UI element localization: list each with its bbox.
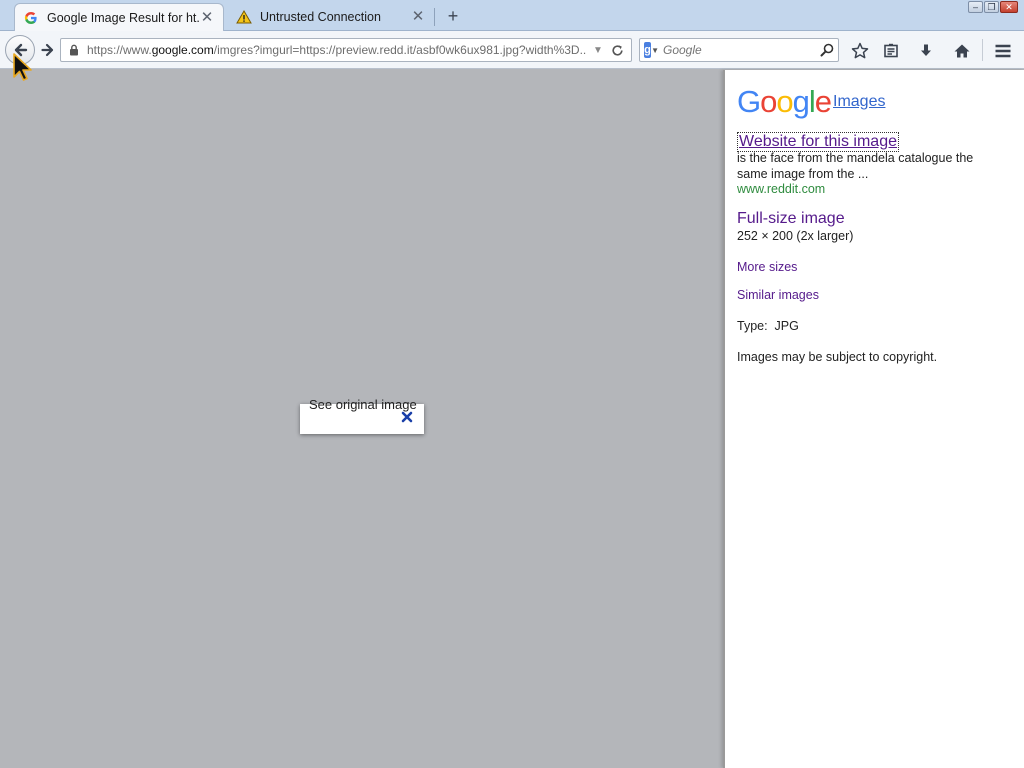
warning-icon [236, 9, 252, 25]
more-sizes-link[interactable]: More sizes [737, 260, 797, 274]
search-input[interactable] [663, 43, 820, 57]
toolbar-separator [982, 39, 983, 61]
similar-images-link[interactable]: Similar images [737, 288, 819, 302]
mouse-cursor-icon [13, 53, 32, 81]
new-tab-button[interactable]: + [443, 6, 463, 26]
tab-google-image-result[interactable]: Google Image Result for ht... ✕ [14, 3, 224, 31]
navigation-toolbar: https://www.google.com/imgres?imgurl=htt… [0, 31, 1024, 69]
reload-icon[interactable] [609, 42, 625, 58]
tab-close-icon[interactable]: ✕ [199, 9, 215, 26]
logo-letter: g [792, 84, 810, 119]
copyright-notice: Images may be subject to copyright. [737, 350, 938, 364]
logo-letter: o [760, 84, 777, 119]
website-for-this-image-link[interactable]: Website for this image [737, 132, 899, 152]
source-site: www.reddit.com [737, 182, 826, 196]
logo-letter: G [737, 84, 761, 119]
google-logo[interactable]: Google [737, 84, 832, 120]
tab-untrusted-connection[interactable]: Untrusted Connection ✕ [228, 3, 434, 31]
image-type: Type: JPG [737, 319, 799, 333]
see-original-popup[interactable]: See original image [300, 397, 424, 434]
tab-separator [434, 8, 435, 26]
url-dropdown-icon[interactable]: ▼ [591, 45, 605, 56]
logo-letter: e [814, 84, 832, 119]
search-icon[interactable] [820, 42, 834, 58]
hamburger-menu-icon[interactable] [992, 40, 1014, 62]
image-dimensions: 252 × 200 (2x larger) [737, 229, 854, 243]
image-viewer: See original image [0, 70, 723, 768]
tab-title: Google Image Result for ht... [47, 10, 199, 25]
full-size-image-link[interactable]: Full-size image [737, 210, 845, 228]
close-window-button[interactable]: ✕ [1000, 1, 1018, 13]
google-g-icon [23, 10, 39, 26]
tab-strip: Google Image Result for ht... ✕ Untruste… [0, 0, 1024, 31]
restore-button[interactable]: ❐ [984, 1, 999, 13]
forward-arrow-icon [41, 43, 54, 57]
downloads-icon[interactable] [915, 40, 937, 62]
logo-letter: o [776, 84, 793, 119]
google-search-engine-icon[interactable]: g [644, 42, 652, 58]
forward-button[interactable] [38, 40, 58, 60]
images-link[interactable]: Images [833, 93, 885, 111]
close-icon[interactable] [400, 410, 414, 424]
url-text[interactable]: https://www.google.com/imgres?imgurl=htt… [87, 43, 587, 57]
search-bar[interactable]: g ▼ [639, 38, 839, 62]
bookmarks-menu-icon[interactable] [880, 40, 902, 62]
url-bar[interactable]: https://www.google.com/imgres?imgurl=htt… [60, 38, 632, 62]
image-details-panel: Google Images Website for this image is … [723, 70, 1024, 768]
tab-close-icon[interactable]: ✕ [410, 9, 426, 25]
lock-icon[interactable] [67, 43, 81, 57]
window-controls: – ❐ ✕ [968, 1, 1018, 13]
engine-dropdown-icon[interactable]: ▼ [651, 46, 659, 55]
home-icon[interactable] [951, 40, 973, 62]
minimize-button[interactable]: – [968, 1, 983, 13]
image-description: is the face from the mandela catalogue t… [737, 151, 974, 181]
tab-title: Untrusted Connection [260, 10, 381, 24]
bookmark-star-icon[interactable] [849, 40, 871, 62]
